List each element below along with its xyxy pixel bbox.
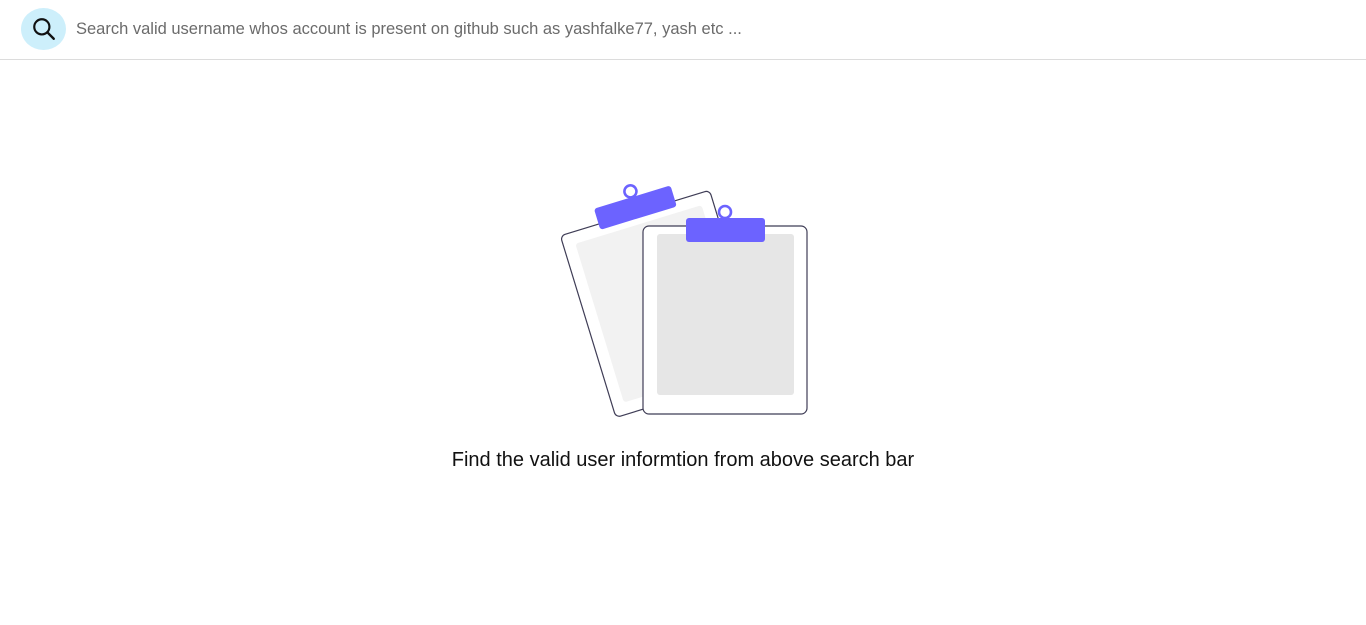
empty-state-message: Find the valid user informtion from abov… bbox=[451, 449, 915, 471]
search-input[interactable] bbox=[76, 15, 1326, 43]
search-button[interactable] bbox=[21, 8, 66, 50]
front-clipboard bbox=[642, 204, 808, 415]
top-search-bar bbox=[0, 0, 1366, 60]
clipboards-illustration bbox=[561, 184, 808, 417]
search-icon bbox=[32, 18, 55, 40]
